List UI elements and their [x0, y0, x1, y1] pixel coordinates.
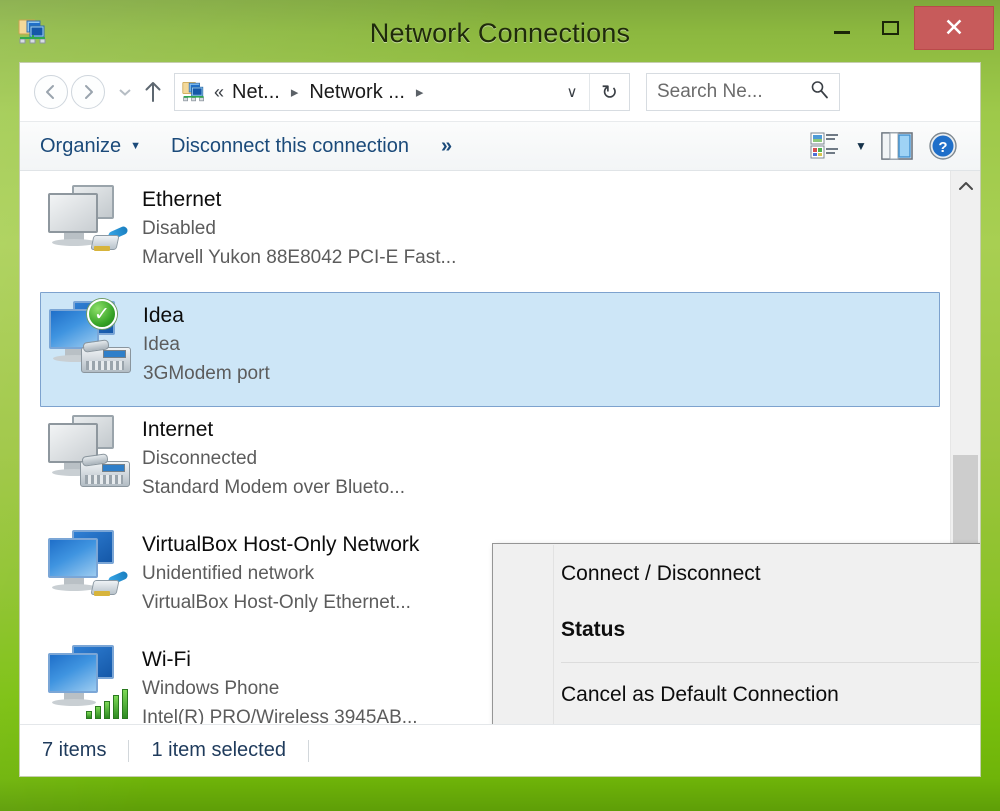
- minimize-button[interactable]: [818, 6, 866, 50]
- list-item-text: Idea Idea 3GModem port: [143, 299, 270, 388]
- close-icon: ✕: [944, 13, 965, 43]
- list-item[interactable]: Ethernet Disabled Marvell Yukon 88E8042 …: [20, 177, 945, 292]
- status-bar: 7 items 1 item selected: [20, 724, 980, 776]
- maximize-icon: [882, 21, 899, 35]
- list-item-text: Internet Disconnected Standard Modem ove…: [142, 413, 405, 502]
- connection-device: Marvell Yukon 88E8042 PCI-E Fast...: [142, 243, 456, 272]
- back-icon: [42, 83, 60, 101]
- connection-status: Windows Phone: [142, 674, 418, 703]
- network-adapter-icon: [42, 643, 134, 724]
- toolbar-overflow-button[interactable]: »: [441, 135, 452, 158]
- navigation-bar: « Net... ▸ Network ... ▸ ∨ ↻ Search Ne..…: [20, 63, 980, 121]
- scroll-up-button[interactable]: [951, 171, 980, 201]
- search-input[interactable]: Search Ne...: [646, 73, 840, 111]
- address-dropdown-button[interactable]: ∨: [555, 74, 589, 110]
- connected-check-icon: ✓: [87, 299, 117, 329]
- search-placeholder: Search Ne...: [657, 81, 810, 103]
- up-button[interactable]: [140, 80, 166, 104]
- up-arrow-icon: [143, 80, 163, 104]
- ethernet-plug-icon: [82, 572, 126, 602]
- menu-separator: [561, 662, 979, 663]
- preview-pane-icon: [880, 131, 914, 161]
- connection-status: Disabled: [142, 214, 456, 243]
- context-menu: Connect / Disconnect Status Cancel as De…: [492, 543, 980, 724]
- menu-item-status[interactable]: Status: [493, 602, 980, 658]
- connection-name: Internet: [142, 416, 405, 444]
- help-icon: ?: [928, 131, 958, 161]
- organize-label: Organize: [40, 135, 121, 158]
- command-toolbar: Organize ▼ Disconnect this connection »: [20, 121, 980, 171]
- connection-name: Ethernet: [142, 186, 456, 214]
- breadcrumb-overflow[interactable]: «: [212, 82, 230, 103]
- search-icon: [810, 80, 829, 105]
- minimize-icon: [834, 31, 850, 34]
- selection-count: 1 item selected: [151, 739, 286, 762]
- list-item-text: VirtualBox Host-Only Network Unidentifie…: [142, 528, 419, 617]
- connection-name: VirtualBox Host-Only Network: [142, 531, 419, 559]
- change-view-icon: [810, 132, 840, 160]
- item-count: 7 items: [42, 739, 106, 762]
- chevron-up-icon: [958, 181, 974, 191]
- recent-locations-button[interactable]: [114, 88, 136, 96]
- ethernet-plug-icon: [82, 227, 126, 257]
- title-bar: Network Connections ✕: [0, 0, 1000, 62]
- connection-status: Disconnected: [142, 444, 405, 473]
- connection-name: Idea: [143, 302, 270, 330]
- modem-icon: [81, 341, 133, 375]
- connections-list-pane: Ethernet Disabled Marvell Yukon 88E8042 …: [20, 171, 980, 724]
- network-adapter-icon: ✓: [43, 299, 135, 385]
- network-adapter-icon: [42, 528, 134, 614]
- change-view-caret[interactable]: ▼: [848, 139, 874, 153]
- connection-status: Unidentified network: [142, 559, 419, 588]
- back-button[interactable]: [34, 75, 68, 109]
- forward-button[interactable]: [71, 75, 105, 109]
- network-adapter-icon: [42, 183, 134, 269]
- chevron-down-icon: [119, 88, 131, 96]
- connection-status: Idea: [143, 330, 270, 359]
- preview-pane-button[interactable]: [874, 127, 920, 165]
- list-item[interactable]: Internet Disconnected Standard Modem ove…: [20, 407, 945, 522]
- connection-device: Standard Modem over Blueto...: [142, 473, 405, 502]
- connection-device: VirtualBox Host-Only Ethernet...: [142, 588, 419, 617]
- status-divider: [308, 740, 309, 762]
- chevron-down-icon: ▼: [130, 140, 141, 152]
- list-item-text: Wi-Fi Windows Phone Intel(R) PRO/Wireles…: [142, 643, 418, 724]
- organize-button[interactable]: Organize ▼: [34, 128, 147, 164]
- breadcrumb-item-0[interactable]: Net...: [230, 81, 282, 104]
- breadcrumb-separator-1[interactable]: ▸: [407, 83, 433, 101]
- close-button[interactable]: ✕: [914, 6, 994, 50]
- window-client-area: « Net... ▸ Network ... ▸ ∨ ↻ Search Ne..…: [19, 62, 981, 777]
- disconnect-this-connection-button[interactable]: Disconnect this connection: [165, 128, 415, 164]
- list-item-text: Ethernet Disabled Marvell Yukon 88E8042 …: [142, 183, 456, 272]
- refresh-button[interactable]: ↻: [589, 74, 629, 110]
- wifi-signal-icon: [86, 687, 130, 719]
- window-frame: Network Connections ✕: [0, 0, 1000, 811]
- network-adapter-icon: [42, 413, 134, 499]
- list-item-selected[interactable]: ✓ Idea Idea 3GModem port: [40, 292, 940, 407]
- menu-item-connect-disconnect[interactable]: Connect / Disconnect: [493, 546, 980, 602]
- caption-buttons: ✕: [818, 6, 994, 50]
- connection-device: 3GModem port: [143, 359, 270, 388]
- maximize-button[interactable]: [866, 6, 914, 50]
- change-view-button[interactable]: [802, 127, 848, 165]
- forward-icon: [79, 83, 97, 101]
- connection-name: Wi-Fi: [142, 646, 418, 674]
- network-folder-icon: [182, 80, 206, 104]
- breadcrumb-separator-0[interactable]: ▸: [282, 83, 308, 101]
- address-bar[interactable]: « Net... ▸ Network ... ▸ ∨ ↻: [174, 73, 630, 111]
- connection-device: Intel(R) PRO/Wireless 3945AB...: [142, 703, 418, 724]
- help-button[interactable]: ?: [920, 127, 966, 165]
- modem-icon: [80, 455, 132, 489]
- status-divider: [128, 740, 129, 762]
- breadcrumb-item-1[interactable]: Network ...: [307, 81, 407, 104]
- svg-text:?: ?: [938, 139, 947, 156]
- menu-item-cancel-as-default-connection[interactable]: Cancel as Default Connection: [493, 667, 980, 723]
